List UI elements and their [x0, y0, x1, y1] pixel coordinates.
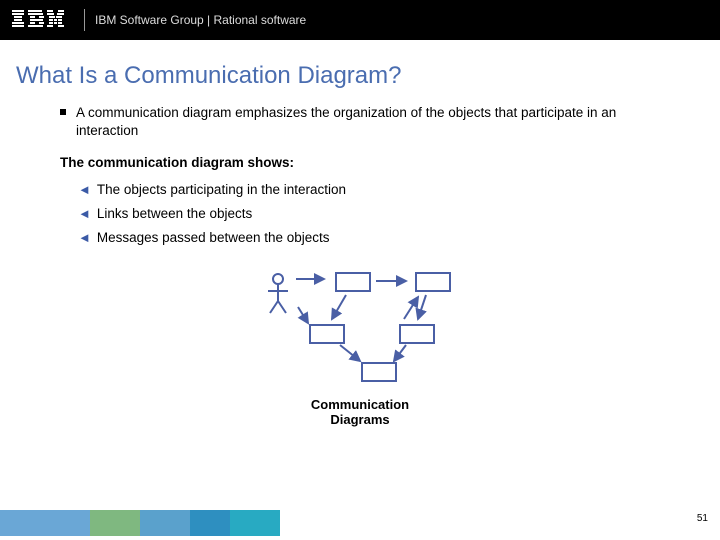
arrow-list: ◄ The objects participating in the inter…: [78, 181, 660, 248]
diagram-caption: Communication Diagrams: [230, 397, 490, 428]
list-item-text: The objects participating in the interac…: [97, 181, 346, 199]
square-bullet-icon: [60, 109, 66, 115]
list-item: ◄ The objects participating in the inter…: [78, 181, 660, 199]
header-divider: [84, 9, 85, 31]
footer-band-icon: [0, 510, 720, 536]
ibm-logo-icon: [12, 10, 64, 30]
list-item: ◄ Links between the objects: [78, 205, 660, 223]
footer: [0, 510, 720, 540]
list-item: ◄ Messages passed between the objects: [78, 229, 660, 247]
header-text: IBM Software Group | Rational software: [95, 13, 306, 27]
main-bullet: A communication diagram emphasizes the o…: [60, 104, 660, 140]
page-number: 51: [697, 513, 708, 524]
caption-line-2: Diagrams: [330, 412, 389, 427]
list-item-text: Links between the objects: [97, 205, 252, 223]
arrow-icon: ◄: [78, 229, 91, 247]
main-bullet-text: A communication diagram emphasizes the o…: [76, 104, 660, 140]
header-bar: IBM Software Group | Rational software: [0, 0, 720, 40]
content-area: A communication diagram emphasizes the o…: [0, 104, 720, 428]
sub-heading: The communication diagram shows:: [60, 154, 660, 172]
page-title: What Is a Communication Diagram?: [0, 40, 720, 104]
diagram-illustration: Communication Diagrams: [230, 265, 490, 427]
caption-line-1: Communication: [311, 397, 409, 412]
arrow-icon: ◄: [78, 205, 91, 223]
arrow-icon: ◄: [78, 181, 91, 199]
list-item-text: Messages passed between the objects: [97, 229, 330, 247]
